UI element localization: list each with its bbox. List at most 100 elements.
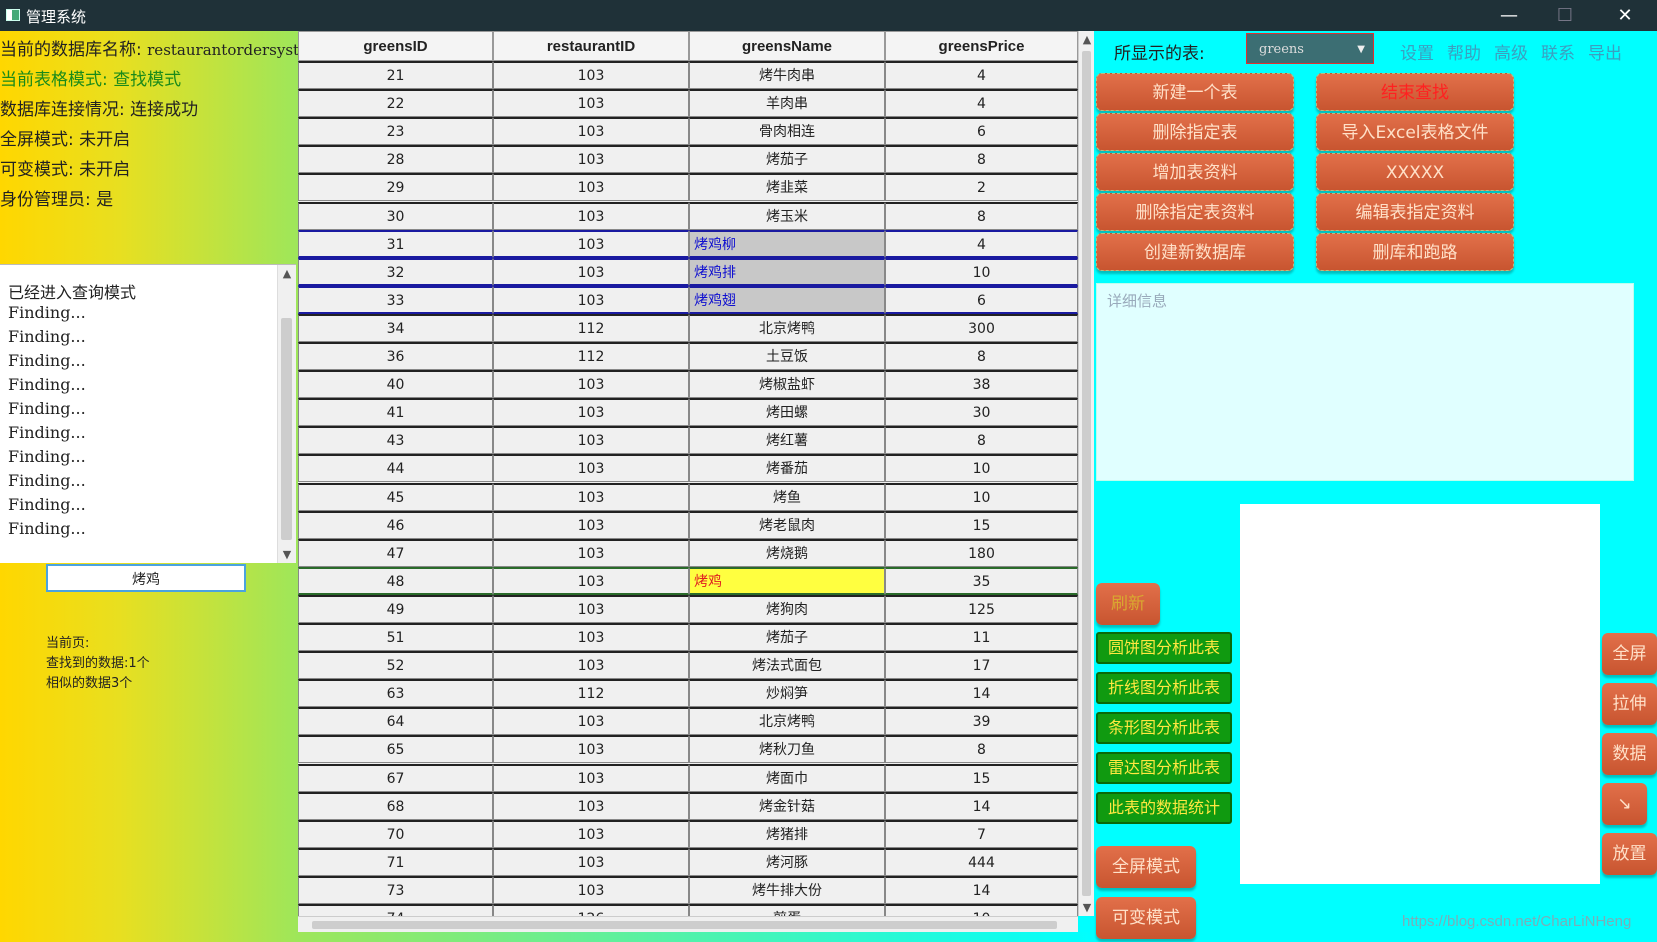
radar-chart-button[interactable]: 雷达图分析此表 xyxy=(1096,752,1232,784)
cell-greens-id[interactable]: 41 xyxy=(298,398,493,427)
cell-restaurant-id[interactable]: 103 xyxy=(493,398,689,427)
table-row[interactable]: 68 103 烤金针菇 14 xyxy=(298,791,1078,820)
cell-greens-name[interactable]: 烤老鼠肉 xyxy=(689,510,885,539)
cell-greens-name[interactable]: 烤椒盐虾 xyxy=(689,370,885,399)
log-scrollbar[interactable]: ▲ ▼ xyxy=(277,265,296,563)
cell-greens-price[interactable]: 11 xyxy=(885,623,1078,651)
col-greensid-header[interactable]: greensID xyxy=(298,31,493,61)
cell-restaurant-id[interactable]: 103 xyxy=(493,791,689,820)
table-row[interactable]: 67 103 烤面巾 15 xyxy=(298,763,1078,792)
cell-greens-name[interactable]: 北京烤鸭 xyxy=(689,313,885,342)
edit-record-button[interactable]: 编辑表指定资料 xyxy=(1316,193,1514,231)
table-row[interactable]: 49 103 烤狗肉 125 xyxy=(298,594,1078,623)
maximize-button[interactable]: ☐ xyxy=(1542,0,1588,31)
log-scroll-thumb[interactable] xyxy=(281,318,292,540)
xxxxx-button[interactable]: XXXXX xyxy=(1316,153,1514,191)
cell-greens-price[interactable]: 39 xyxy=(885,707,1078,736)
menu-advanced[interactable]: 高级 xyxy=(1494,39,1528,64)
cell-greens-name[interactable]: 烤茄子 xyxy=(689,623,885,651)
cell-greens-price[interactable]: 14 xyxy=(885,791,1078,820)
cell-greens-id[interactable]: 65 xyxy=(298,735,493,764)
cell-greens-price[interactable]: 2 xyxy=(885,173,1078,202)
cell-greens-name[interactable]: 烤红薯 xyxy=(689,426,885,455)
data-table[interactable]: greensID restaurantID greensName greensPric… xyxy=(298,31,1078,942)
refresh-button[interactable]: 刷新 xyxy=(1096,583,1160,625)
menu-export[interactable]: 导出 xyxy=(1588,39,1622,64)
table-row[interactable]: 43 103 烤红薯 8 xyxy=(298,426,1078,455)
cell-restaurant-id[interactable]: 103 xyxy=(493,763,689,792)
create-table-button[interactable]: 新建一个表 xyxy=(1096,73,1294,111)
cell-greens-name[interactable]: 烤鸡柳 xyxy=(689,229,885,258)
cell-greens-name[interactable]: 烤牛肉串 xyxy=(689,61,885,89)
cell-greens-name[interactable]: 烤烧鹅 xyxy=(689,538,885,567)
cell-restaurant-id[interactable]: 103 xyxy=(493,370,689,399)
menu-help[interactable]: 帮助 xyxy=(1447,39,1481,64)
import-excel-button[interactable]: 导入Excel表格文件 xyxy=(1316,113,1514,151)
table-row[interactable]: 36 112 土豆饭 8 xyxy=(298,342,1078,370)
table-row[interactable]: 22 103 羊肉串 4 xyxy=(298,89,1078,118)
cell-greens-name[interactable]: 烤韭菜 xyxy=(689,173,885,202)
close-button[interactable]: ✕ xyxy=(1602,0,1648,31)
cell-greens-price[interactable]: 10 xyxy=(885,257,1078,286)
stretch-button[interactable]: 拉伸 xyxy=(1602,683,1657,725)
cell-greens-id[interactable]: 28 xyxy=(298,145,493,174)
cell-greens-id[interactable]: 31 xyxy=(298,229,493,258)
side-fullscreen-button[interactable]: 全屏 xyxy=(1602,633,1657,675)
cell-restaurant-id[interactable]: 103 xyxy=(493,89,689,118)
cell-restaurant-id[interactable]: 103 xyxy=(493,61,689,89)
cell-greens-id[interactable]: 43 xyxy=(298,426,493,455)
table-row[interactable]: 64 103 北京烤鸭 39 xyxy=(298,707,1078,736)
cell-greens-price[interactable]: 8 xyxy=(885,342,1078,370)
cell-greens-id[interactable]: 68 xyxy=(298,791,493,820)
cell-greens-name[interactable]: 烤鱼 xyxy=(689,482,885,511)
cell-restaurant-id[interactable]: 103 xyxy=(493,623,689,651)
cell-greens-name[interactable]: 北京烤鸭 xyxy=(689,707,885,736)
cell-restaurant-id[interactable]: 112 xyxy=(493,679,689,708)
delete-table-button[interactable]: 删除指定表 xyxy=(1096,113,1294,151)
table-row[interactable]: 33 103 烤鸡翅 6 xyxy=(298,285,1078,314)
cell-greens-name[interactable]: 烤河豚 xyxy=(689,847,885,876)
cell-greens-name[interactable]: 土豆饭 xyxy=(689,342,885,370)
cell-greens-id[interactable]: 63 xyxy=(298,679,493,708)
statistics-button[interactable]: 此表的数据统计 xyxy=(1096,792,1232,824)
cell-greens-id[interactable]: 23 xyxy=(298,117,493,146)
cell-restaurant-id[interactable]: 103 xyxy=(493,117,689,146)
cell-restaurant-id[interactable]: 103 xyxy=(493,707,689,736)
cell-greens-price[interactable]: 10 xyxy=(885,454,1078,483)
cell-greens-price[interactable]: 15 xyxy=(885,763,1078,792)
table-row[interactable]: 21 103 烤牛肉串 4 xyxy=(298,61,1078,89)
cell-restaurant-id[interactable]: 103 xyxy=(493,229,689,258)
cell-greens-id[interactable]: 47 xyxy=(298,538,493,567)
cell-greens-price[interactable]: 7 xyxy=(885,819,1078,848)
cell-greens-id[interactable]: 46 xyxy=(298,510,493,539)
cell-greens-id[interactable]: 36 xyxy=(298,342,493,370)
search-input[interactable]: 烤鸡 xyxy=(46,564,246,592)
cell-greens-name[interactable]: 羊肉串 xyxy=(689,89,885,118)
cell-greens-price[interactable]: 8 xyxy=(885,145,1078,174)
table-row[interactable]: 52 103 烤法式面包 17 xyxy=(298,651,1078,680)
cell-greens-price[interactable]: 8 xyxy=(885,426,1078,455)
table-horizontal-scrollbar[interactable] xyxy=(298,916,1078,933)
cell-greens-name[interactable]: 烤狗肉 xyxy=(689,594,885,623)
cell-greens-price[interactable]: 10 xyxy=(885,482,1078,511)
cell-restaurant-id[interactable]: 103 xyxy=(493,819,689,848)
table-row[interactable]: 23 103 骨肉相连 6 xyxy=(298,117,1078,146)
pie-chart-button[interactable]: 圆饼图分析此表 xyxy=(1096,632,1232,664)
cell-restaurant-id[interactable]: 103 xyxy=(493,482,689,511)
cell-greens-price[interactable]: 30 xyxy=(885,398,1078,427)
table-row[interactable]: 31 103 烤鸡柳 4 xyxy=(298,229,1078,258)
cell-restaurant-id[interactable]: 112 xyxy=(493,342,689,370)
cell-greens-name[interactable]: 烤玉米 xyxy=(689,201,885,230)
table-row[interactable]: 63 112 炒焖笋 14 xyxy=(298,679,1078,708)
cell-restaurant-id[interactable]: 103 xyxy=(493,594,689,623)
cell-greens-id[interactable]: 30 xyxy=(298,201,493,230)
data-button[interactable]: 数据 xyxy=(1602,733,1657,775)
cell-greens-price[interactable]: 38 xyxy=(885,370,1078,399)
cell-greens-name[interactable]: 烤茄子 xyxy=(689,145,885,174)
cell-restaurant-id[interactable]: 103 xyxy=(493,426,689,455)
table-row[interactable]: 71 103 烤河豚 444 xyxy=(298,847,1078,876)
detail-textarea[interactable]: 详细信息 xyxy=(1096,283,1634,481)
cell-restaurant-id[interactable]: 103 xyxy=(493,510,689,539)
cell-restaurant-id[interactable]: 103 xyxy=(493,285,689,314)
table-row[interactable]: 40 103 烤椒盐虾 38 xyxy=(298,370,1078,399)
